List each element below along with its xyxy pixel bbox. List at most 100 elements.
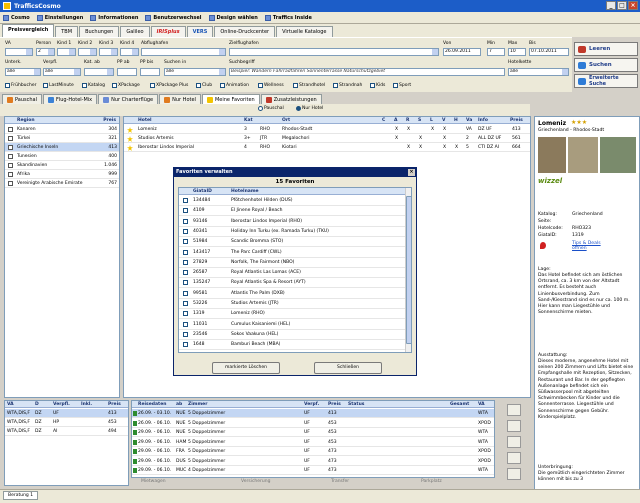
expand-icon[interactable] [8,145,13,150]
region-row[interactable]: Griechische Inseln 413 [5,143,119,152]
favorite-row[interactable]: 143417 The Parc Cardiff (CWL) [179,248,405,258]
hotel-row[interactable]: Lomeniz 3 RHO Rhodos-Stadt X X X X VA DZ UF 413 [124,125,530,134]
expand-icon[interactable] [8,154,13,159]
suchenin-select[interactable]: alle [164,68,226,76]
tab-beratung-1[interactable]: Beratung 1 [3,491,39,500]
region-row[interactable]: Vereinigte Arabische Emirate 767 [5,179,119,188]
check-strandnah[interactable]: Strandnah [333,83,362,88]
tab-charterfluege[interactable]: Nur Charterflüge [98,94,159,104]
info-button[interactable] [507,468,521,480]
expand-icon[interactable] [8,172,13,177]
date-row[interactable]: 29.09. - 06.10. DUS 5 Doppelzimmer UF 473 XPO… [132,457,494,466]
favorites-scroll-thumb[interactable] [406,196,411,344]
abflughafen-select[interactable] [141,48,226,56]
favorite-row[interactable]: 51984 Scandic Bromma (STO) [179,237,405,248]
favorite-row[interactable]: 23546 Sokos Vaakuna (HEL) [179,330,405,340]
check-katalog[interactable]: Katalog [82,83,105,88]
min-field[interactable]: 7 [487,48,505,56]
kind4-select[interactable] [120,48,139,56]
tab-tbm[interactable]: TBM [55,26,79,37]
delete-marked-button[interactable]: markierte Löschen [212,362,280,374]
radio-pauschal[interactable]: Pauschal [258,106,284,111]
radio-nur-hotel[interactable]: Nur Hotel [296,106,323,111]
offer-row[interactable]: WTA,DIS,F DZ AI 494 [5,427,128,436]
favorite-row[interactable]: 26587 Royal Atlantis Las Lomas (ACE) [179,268,405,279]
filter-col-c[interactable]: C [382,117,385,124]
unterk-select[interactable]: alle [5,68,41,76]
favorite-row[interactable]: 53226 Studios Artemis (JTR) [179,299,405,309]
check-xpackage[interactable]: XPackage [112,83,140,88]
menu-user-switch[interactable]: Benutzerwechsel [145,14,202,21]
hotel-row[interactable]: Iberostar Lindos Imperial 4 RHO Kiotari X X X X… [124,143,530,152]
tips-deals-link[interactable]: Tips & Deals öffnen [572,241,612,251]
expand-icon[interactable] [8,127,13,132]
date-row[interactable]: 26.09. - 03.10. NUE 5 Doppelzimmer UF 413 WTA [132,409,494,418]
offer-row[interactable]: WTA,DIS,F DZ HP 453 [5,418,128,427]
check-sport[interactable]: Sport [393,83,411,88]
menu-info[interactable]: Informationen [90,14,138,21]
menu-traffics-inside[interactable]: Traffics Inside [264,14,312,21]
filter-col-a[interactable]: A [394,117,397,124]
favorite-row[interactable]: 40341 Holiday Inn Turku (ex. Ramada Turku… [179,227,405,237]
region-row[interactable]: Türkei 321 [5,134,119,143]
zielflughafen-select[interactable] [229,48,439,56]
expand-icon[interactable] [8,163,13,168]
date-row[interactable]: 29.09. - 06.10. FRA 5 Doppelzimmer UF 473 XPO… [132,447,494,456]
leeren-button[interactable]: Leeren [574,42,638,56]
bis-date[interactable]: 07.10.2011 [529,48,569,56]
favorite-checkbox[interactable] [183,301,188,306]
favorite-checkbox[interactable] [183,290,188,296]
check-wellness[interactable]: Wellness [258,83,284,88]
region-row[interactable]: Skandinavien 1.046 [5,161,119,170]
tab-preisvergleich[interactable]: Preisvergleich [2,24,55,37]
kind2-select[interactable] [78,48,97,56]
favorite-row[interactable]: 99581 Atlantis The Palm (DXB) [179,289,405,299]
favorite-checkbox[interactable] [183,321,188,327]
favorite-checkbox[interactable] [183,280,188,286]
tab-pauschal[interactable]: Pauschal [2,94,42,104]
menu-design[interactable]: Design wählen [208,14,258,21]
favorite-star-icon[interactable] [127,145,133,151]
favorite-row[interactable]: 135247 Royal Atlantis Spa & Resort (AYT) [179,278,405,289]
expand-icon[interactable] [8,181,13,186]
check-animation[interactable]: Animation [220,83,249,88]
favorite-checkbox[interactable] [183,342,188,348]
tab-flug-hotel-mix[interactable]: Flug-Hotel-Mix [43,94,98,104]
maximize-button[interactable]: □ [617,1,627,10]
hotel-photo-3[interactable] [600,137,636,173]
kind3-select[interactable] [99,48,118,56]
filter-col-r[interactable]: R [406,117,409,124]
tab-irisplus[interactable]: IRISplus [150,26,186,37]
menu-cosmo[interactable]: Cosmo [3,14,30,21]
favorite-checkbox[interactable] [183,249,188,255]
favorite-row[interactable]: 27829 Norfolk, The Fairmont (NBO) [179,258,405,268]
tab-druckcenter[interactable]: Online-Druckcenter [214,26,276,37]
close-button[interactable]: × [628,1,638,10]
print-button[interactable] [507,404,521,416]
map-pin-icon[interactable] [540,242,546,249]
region-row[interactable]: Afrika 999 [5,170,119,179]
offer-row[interactable]: WTA,DIS,F DZ UF 413 [5,409,128,418]
book-button[interactable] [507,452,521,464]
favorite-row[interactable]: 11031 Cumulus Kaisaniemi (HEL) [179,320,405,330]
dialog-close-icon[interactable]: × [408,169,415,176]
filter-col-v[interactable]: V [442,117,445,124]
close-dialog-button[interactable]: Schließen [314,362,382,374]
hotel-photo-1[interactable] [538,137,566,173]
katab-select[interactable] [84,68,114,76]
suchbegriff-input[interactable]: Beispiel: Wandern Fahrradfahren Sonnente… [229,68,505,76]
check-club[interactable]: Club [196,83,212,88]
favorite-checkbox[interactable] [183,270,188,276]
hotelkette-select[interactable]: alle [508,68,569,76]
ppbis-field[interactable] [140,68,160,76]
tab-nur-hotel[interactable]: Nur Hotel [159,94,201,104]
filter-col-s[interactable]: S [418,117,421,124]
expand-icon[interactable] [8,136,13,141]
filter-col-l[interactable]: L [430,117,433,124]
tab-zusatzleistungen[interactable]: Zusatzleistungen [260,94,322,104]
favorite-checkbox[interactable] [183,218,188,224]
mail-button[interactable] [507,420,521,432]
max-field[interactable]: 10 [508,48,526,56]
erweiterte-suche-button[interactable]: Erweiterte Suche [574,74,638,88]
favorite-checkbox[interactable] [183,228,188,234]
